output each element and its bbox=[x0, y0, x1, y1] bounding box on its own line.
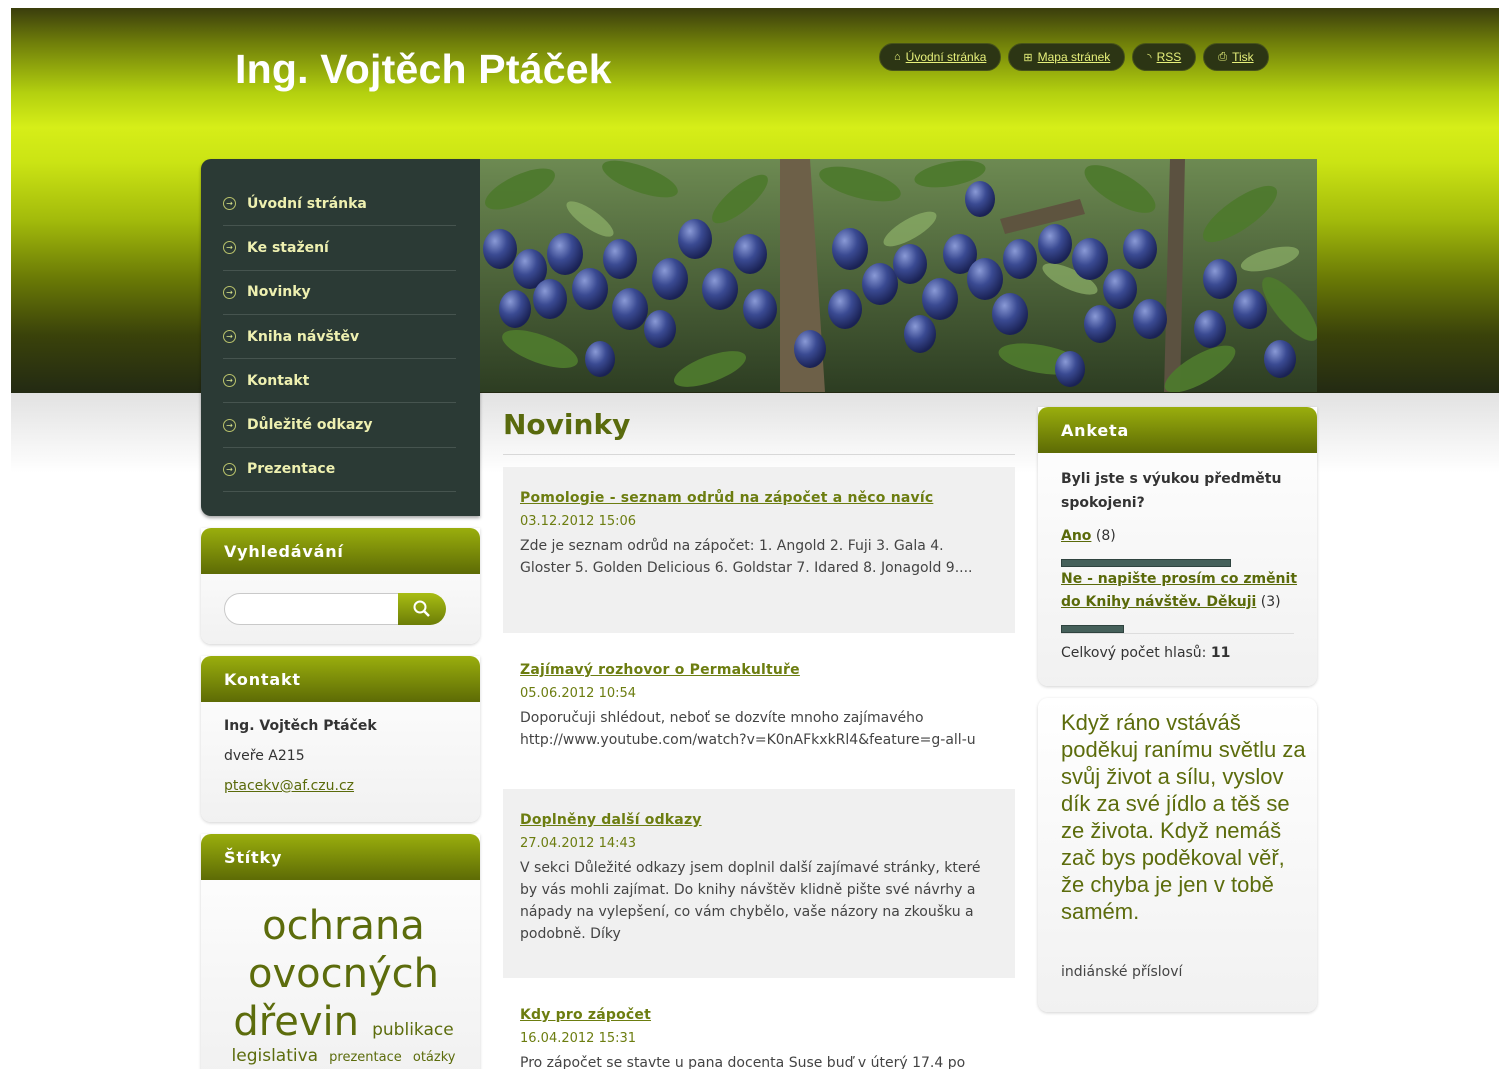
tag-link[interactable]: legislativa bbox=[232, 1046, 319, 1066]
poll-option-link[interactable]: Ano bbox=[1061, 528, 1091, 544]
news-item-title-link[interactable]: Doplněny další odkazy bbox=[520, 812, 702, 828]
main-nav: → Úvodní stránka → Ke stažení → Novinky → Kn… bbox=[201, 159, 480, 516]
news-item-title-link[interactable]: Kdy pro zápočet bbox=[520, 1007, 651, 1023]
nav-item-label: Ke stažení bbox=[247, 239, 329, 256]
contact-door: dveře A215 bbox=[224, 748, 305, 764]
news-item: Zajímavý rozhovor o Permakultuře 05.06.2… bbox=[503, 639, 1015, 779]
toplink-label: Úvodní stránka bbox=[905, 50, 987, 64]
news-item-excerpt: Zde je seznam odrůd na zápočet: 1. Angol… bbox=[520, 538, 973, 576]
sitemap-icon: ⊞ bbox=[1023, 51, 1033, 64]
nav-item-presentations[interactable]: → Prezentace bbox=[223, 448, 456, 493]
news-item: Kdy pro zápočet 16.04.2012 15:31 Pro záp… bbox=[503, 984, 1015, 1069]
news-item-date: 03.12.2012 15:06 bbox=[520, 514, 637, 529]
search-panel-title: Vyhledávání bbox=[201, 528, 480, 574]
arrow-circle-icon: → bbox=[223, 374, 236, 388]
poll-option-count: (8) bbox=[1095, 528, 1116, 544]
nav-item-label: Kontakt bbox=[247, 372, 310, 389]
arrow-circle-icon: → bbox=[223, 285, 236, 299]
contact-panel: Kontakt Ing. Vojtěch Ptáček dveře A215 p… bbox=[201, 656, 480, 822]
poll-question: Byli jste s výukou předmětu spokojeni? bbox=[1061, 471, 1282, 511]
tag-link[interactable]: otázky bbox=[413, 1050, 456, 1065]
tag-link[interactable]: dřevin bbox=[233, 999, 359, 1045]
search-button[interactable] bbox=[398, 593, 446, 625]
nav-item-guestbook[interactable]: → Kniha návštěv bbox=[223, 315, 456, 360]
tags-panel: Štítky ochrana ovocných dřevin publikace… bbox=[201, 834, 480, 1069]
nav-item-home[interactable]: → Úvodní stránka bbox=[223, 182, 456, 227]
arrow-circle-icon: → bbox=[223, 330, 236, 344]
header-image-plums bbox=[480, 159, 1317, 392]
nav-item-contact[interactable]: → Kontakt bbox=[223, 359, 456, 404]
search-icon bbox=[413, 600, 430, 617]
arrow-circle-icon: → bbox=[223, 462, 236, 476]
news-item-excerpt: Pro zápočet se stavte u pana docenta Sus… bbox=[520, 1055, 966, 1069]
poll-option: Ne - napište prosím co změnit do Knihy n… bbox=[1061, 568, 1301, 614]
contact-panel-title: Kontakt bbox=[201, 656, 480, 702]
quote-panel: Když ráno vstáváš poděkuj ranímu světlu … bbox=[1038, 698, 1317, 1012]
nav-item-news[interactable]: → Novinky bbox=[223, 271, 456, 315]
news-item: Pomologie - seznam odrůd na zápočet a ně… bbox=[503, 467, 1015, 633]
search-input[interactable] bbox=[224, 593, 399, 625]
nav-item-label: Prezentace bbox=[247, 461, 336, 478]
search-panel: Vyhledávání bbox=[201, 528, 480, 644]
news-item-date: 27.04.2012 14:43 bbox=[520, 836, 637, 851]
poll-total-label: Celkový počet hlasů: bbox=[1061, 645, 1207, 661]
news-item-date: 16.04.2012 15:31 bbox=[520, 1031, 637, 1046]
quote-source: indiánské přísloví bbox=[1061, 964, 1183, 980]
title-divider bbox=[503, 454, 1015, 455]
rss-icon: ◝ bbox=[1147, 51, 1152, 64]
news-item-title-link[interactable]: Pomologie - seznam odrůd na zápočet a ně… bbox=[520, 490, 933, 506]
poll-total: Celkový počet hlasů: 11 bbox=[1061, 645, 1230, 661]
quote-text: Když ráno vstáváš poděkuj ranímu světlu … bbox=[1061, 710, 1306, 924]
news-item: Doplněny další odkazy 27.04.2012 14:43 V… bbox=[503, 789, 1015, 978]
nav-item-label: Novinky bbox=[247, 284, 311, 301]
poll-panel-title: Anketa bbox=[1038, 407, 1317, 453]
arrow-circle-icon: → bbox=[223, 418, 236, 432]
poll-result-bar bbox=[1061, 559, 1231, 567]
print-icon: ⎙ bbox=[1218, 50, 1228, 63]
tag-link[interactable]: prezentace bbox=[329, 1050, 402, 1065]
toplink-label: Mapa stránek bbox=[1037, 50, 1111, 64]
poll-total-value: 11 bbox=[1210, 645, 1231, 661]
nav-item-downloads[interactable]: → Ke stažení bbox=[223, 226, 456, 271]
contact-email-link[interactable]: ptacekv@af.czu.cz bbox=[224, 778, 354, 794]
nav-item-links[interactable]: → Důležité odkazy bbox=[223, 403, 456, 448]
arrow-circle-icon: → bbox=[223, 197, 236, 211]
toplink-label: RSS bbox=[1156, 50, 1182, 64]
toplink-sitemap[interactable]: ⊞ Mapa stránek bbox=[1008, 43, 1126, 71]
news-item-excerpt: Doporučuji shlédout, neboť se dozvíte mn… bbox=[520, 710, 976, 748]
poll-panel: Anketa Byli jste s výukou předmětu spoko… bbox=[1038, 407, 1317, 686]
toplink-print[interactable]: ⎙ Tisk bbox=[1203, 43, 1269, 71]
toplink-home[interactable]: ⌂ Úvodní stránka bbox=[879, 43, 1002, 71]
nav-item-label: Úvodní stránka bbox=[247, 195, 367, 212]
tag-cloud: ochrana ovocných dřevin publikace legisl… bbox=[221, 902, 466, 1066]
tags-panel-title: Štítky bbox=[201, 834, 480, 880]
poll-option-count: (3) bbox=[1260, 594, 1281, 610]
nav-item-label: Kniha návštěv bbox=[247, 328, 360, 345]
page-title: Novinky bbox=[503, 408, 631, 441]
tag-link[interactable]: publikace bbox=[372, 1020, 454, 1040]
arrow-circle-icon: → bbox=[223, 241, 236, 255]
tag-link[interactable]: ochrana bbox=[221, 902, 466, 950]
toplink-rss[interactable]: ◝ RSS bbox=[1132, 43, 1197, 71]
contact-name: Ing. Vojtěch Ptáček bbox=[224, 718, 377, 734]
site-title: Ing. Vojtěch Ptáček bbox=[235, 46, 612, 92]
poll-result-bar bbox=[1061, 625, 1124, 633]
plum-tree-illustration bbox=[480, 159, 1317, 392]
poll-divider bbox=[1061, 633, 1294, 634]
nav-item-label: Důležité odkazy bbox=[247, 417, 373, 434]
news-item-title-link[interactable]: Zajímavý rozhovor o Permakultuře bbox=[520, 662, 800, 678]
poll-option: Ano (8) bbox=[1061, 525, 1301, 548]
news-item-date: 05.06.2012 10:54 bbox=[520, 686, 637, 701]
top-links: ⌂ Úvodní stránka ⊞ Mapa stránek ◝ RSS ⎙ Tisk bbox=[879, 43, 1269, 71]
news-item-excerpt: V sekci Důležité odkazy jsem doplnil dal… bbox=[520, 860, 981, 942]
home-icon: ⌂ bbox=[894, 51, 901, 63]
toplink-label: Tisk bbox=[1232, 50, 1254, 64]
tag-link[interactable]: ovocných bbox=[221, 950, 466, 998]
